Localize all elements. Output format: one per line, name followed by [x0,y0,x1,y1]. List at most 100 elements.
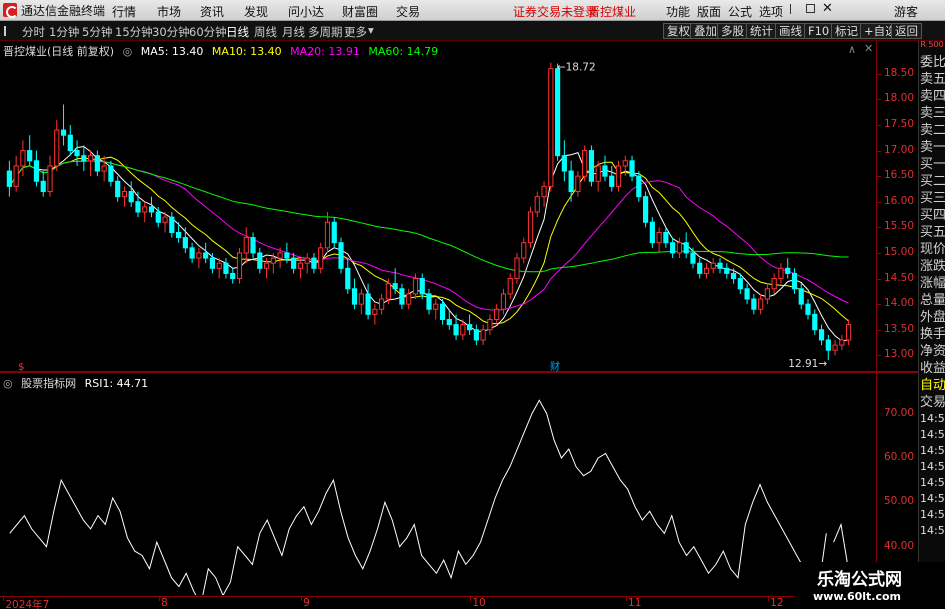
back-button[interactable]: 返回 [891,23,922,39]
f10-button[interactable]: F10 [804,23,834,39]
rsi-line [9,399,849,606]
candle-body [331,221,337,244]
candle-body [209,257,216,269]
rsi-svg [9,399,849,606]
candle-body [527,211,534,244]
marker-dollar[interactable]: $ [18,362,24,373]
price-tick-label: 16.00 [883,194,914,207]
tick-time: 14:56 [920,460,945,473]
menu-shichang[interactable]: 市场 [157,3,181,20]
rsi-toggle-icon[interactable]: ◎ [3,377,13,390]
tab-15min[interactable]: 15分钟 [115,24,153,40]
candle-body [595,165,601,182]
date-tick [626,597,628,601]
collapse-chevron-icon[interactable]: ∧ [848,43,856,56]
candle-body [690,252,696,264]
tab-1min[interactable]: 1分钟 [49,24,79,40]
more-chevron-icon[interactable]: ▾ [368,23,374,37]
candle-body [324,221,331,249]
candle-body [683,242,689,254]
tongji-button[interactable]: 统计 [746,23,777,39]
panel-toggle-icon[interactable] [4,26,12,36]
close-icon[interactable]: ✕ [822,1,833,16]
menu-banmian[interactable]: 版面 [697,3,721,20]
menu-zixun[interactable]: 资讯 [200,3,224,20]
tick-time: 14:56 [920,524,945,537]
tab-5min[interactable]: 5分钟 [82,24,112,40]
maximize-icon[interactable] [806,4,815,13]
candle-body [548,68,554,187]
tab-weekly[interactable]: 周线 [254,24,277,40]
candle-body [615,165,622,187]
candle-body [825,339,831,351]
tab-30min[interactable]: 30分钟 [152,24,190,40]
rsi-legend: ◎ 股票指标网 RSI1: 44.71 [3,375,153,391]
watermark: 乐淘公式网 www.60lt.com [795,562,945,609]
side-field-label: 卖五 [920,72,945,87]
menu-jiaoyi[interactable]: 交易 [396,3,420,20]
candle-body [710,262,716,269]
candle-body [101,165,107,172]
candle-body [318,247,324,269]
auto-tab[interactable]: 自动 [919,377,945,394]
candle-body [656,231,662,244]
candle-body [554,68,561,157]
menu-xuanxiang[interactable]: 选项 [759,3,783,20]
marker-caibao[interactable]: 财 [550,360,560,373]
candle-body [189,247,195,259]
tab-multi-period[interactable]: 多周期 [308,24,343,40]
price-tick [877,150,881,152]
candle-body [764,288,770,300]
user-label[interactable]: 游客 [894,3,918,20]
candle-body [507,278,513,295]
candle-body [480,329,486,341]
candle-body [148,206,155,213]
candle-body [649,221,655,244]
menu-hangqing[interactable]: 行情 [112,3,136,20]
candle-body [494,308,500,320]
candle-body [257,252,263,269]
date-tick-label: 2024年7 [5,599,50,609]
tab-daily[interactable]: 日线 [226,24,249,40]
candle-body [108,165,114,182]
tab-monthly[interactable]: 月线 [282,24,305,40]
chart-close-icon[interactable]: ✕ [864,42,873,55]
price-tick-label: 16.50 [883,169,914,182]
menu-gongneng[interactable]: 功能 [666,3,690,20]
candle-body [74,150,80,157]
tab-60min[interactable]: 60分钟 [189,24,227,40]
candle-body [13,165,19,187]
candle-body [602,165,608,177]
candle-body [467,324,473,331]
menu-faxian[interactable]: 发现 [244,3,268,20]
candle-body [568,170,574,193]
candle-body [121,191,128,198]
menu-wenxiaoda[interactable]: 问小达 [288,3,324,20]
rsi-tick-label: 50.00 [883,495,914,508]
trade-tab[interactable]: 交易 [919,394,945,411]
minimize-icon[interactable] [790,4,798,14]
candle-body [162,216,168,223]
date-tick-label: 9 [303,597,310,609]
tab-more[interactable]: 更多 [344,24,367,40]
candle-body [751,298,757,310]
candle-body [81,155,87,162]
menu-gongshi[interactable]: 公式 [728,3,752,20]
side-list: 委比 卖五 卖四 卖三 卖二 卖一 买一 买二 买三 买四 买五 现价 涨跌 涨幅 总量 外盘 换手 净资 收益 自动… [919,54,945,539]
candle-body [284,252,290,259]
candle-body [54,129,60,167]
candle-body [270,257,276,264]
huaxian-button[interactable]: 画线 [775,23,806,39]
candle-body [453,324,459,336]
trade-login-notice[interactable]: 证券交易未登录 [513,3,597,20]
candlestick-chart[interactable]: ←18.72 12.91→ $ 财 晋控煤业(日线 前复权) ◎ MA5: 13.40… [0,41,876,373]
menu-caifuquan[interactable]: 财富圈 [342,3,378,20]
biaoji-button[interactable]: 标记 [831,23,862,39]
candle-body [169,216,175,233]
tick-time: 14:56 [920,508,945,521]
duogu-button[interactable]: 多股 [717,23,748,39]
tab-fenshi[interactable]: 分时 [22,24,45,40]
candle-body [175,231,182,239]
legend-toggle-icon[interactable]: ◎ [123,45,133,58]
rsi-chart[interactable]: ◎ 股票指标网 RSI1: 44.71 [0,373,876,606]
